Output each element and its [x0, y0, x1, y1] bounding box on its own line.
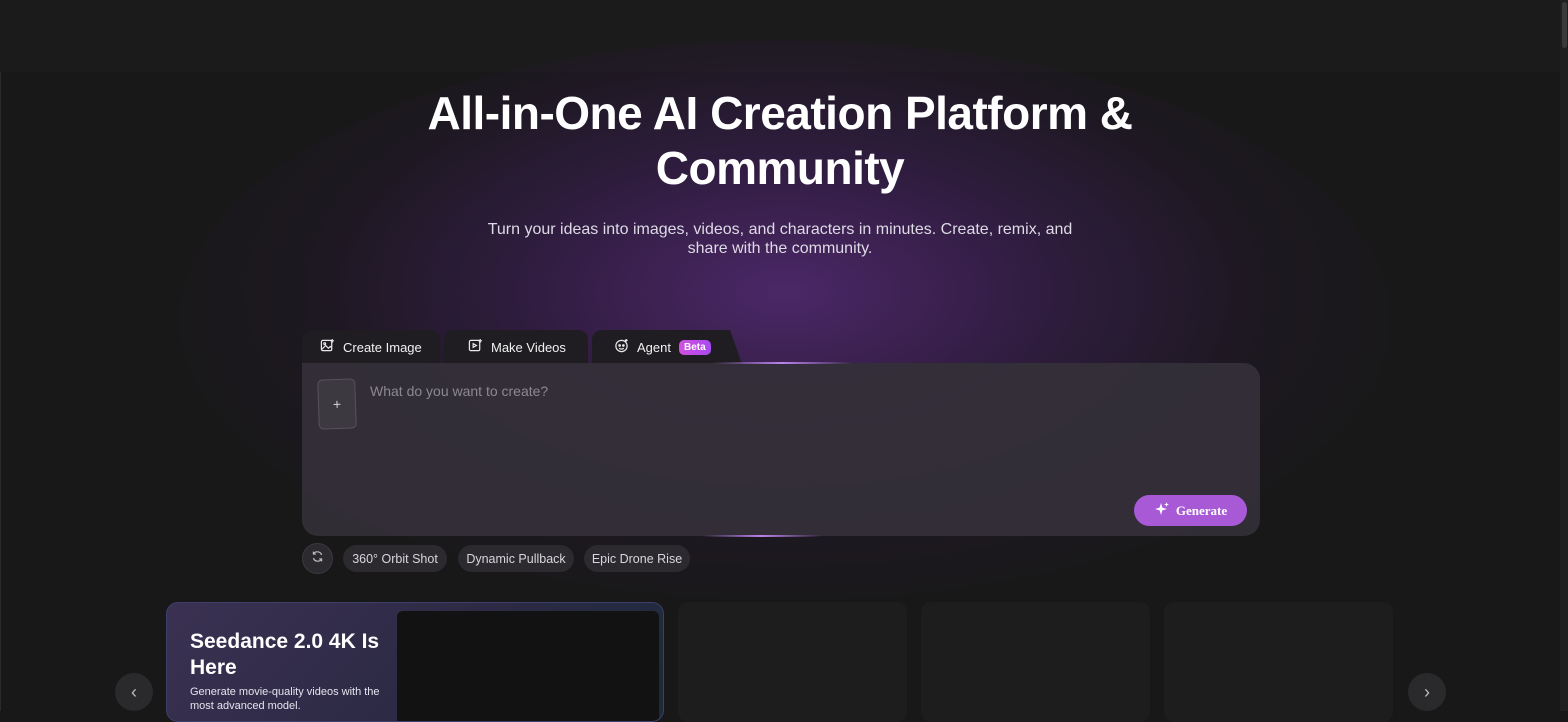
- suggestion-chip[interactable]: Dynamic Pullback: [458, 545, 574, 572]
- suggestion-chip[interactable]: Epic Drone Rise: [584, 545, 690, 572]
- image-icon: [320, 338, 335, 356]
- generate-label: Generate: [1175, 502, 1228, 518]
- refresh-icon: [311, 550, 324, 568]
- gallery-card[interactable]: [1164, 602, 1393, 722]
- scrollbar-thumb[interactable]: [1562, 2, 1567, 48]
- upload-reference-button[interactable]: +: [317, 378, 357, 430]
- gallery-card[interactable]: [921, 602, 1150, 722]
- tab-label: Create Image: [343, 339, 422, 355]
- tab-agent[interactable]: Agent Beta: [592, 330, 742, 364]
- prompt-panel: + Generate: [302, 362, 1260, 537]
- sparkle-icon: [1154, 501, 1170, 521]
- feature-card-seedance[interactable]: Seedance 2.0 4K Is Here Generate movie-q…: [166, 602, 664, 722]
- suggestion-chip[interactable]: 360° Orbit Shot: [343, 545, 447, 572]
- hero-title: All-in-One AI Creation Platform & Commun…: [427, 87, 1133, 194]
- scrollbar[interactable]: [1560, 0, 1568, 711]
- tab-create-image[interactable]: Create Image: [302, 330, 440, 364]
- agent-icon: [614, 338, 629, 356]
- top-bar: [0, 0, 1560, 72]
- prompt-highlight: [712, 362, 852, 364]
- feature-description: Generate movie-quality videos with the m…: [190, 686, 380, 712]
- prompt-input[interactable]: [368, 380, 1232, 402]
- carousel-prev-button[interactable]: ‹: [115, 673, 153, 711]
- refresh-suggestions-button[interactable]: [302, 543, 333, 574]
- tab-label: Make Videos: [491, 339, 566, 355]
- prompt-highlight: [702, 535, 822, 537]
- video-icon: [468, 338, 483, 356]
- generate-button[interactable]: Generate: [1134, 495, 1247, 526]
- feature-title: Seedance 2.0 4K Is Here: [190, 630, 380, 679]
- gallery-card[interactable]: [678, 602, 907, 722]
- feature-video-preview[interactable]: [397, 611, 659, 721]
- beta-badge: Beta: [678, 339, 711, 355]
- left-divider: [0, 72, 1, 711]
- hero-subtitle: Turn your ideas into images, videos, and…: [487, 221, 1073, 257]
- tab-make-videos[interactable]: Make Videos: [444, 330, 588, 364]
- carousel-next-button[interactable]: ›: [1408, 673, 1446, 711]
- tab-label: Agent: [637, 339, 671, 355]
